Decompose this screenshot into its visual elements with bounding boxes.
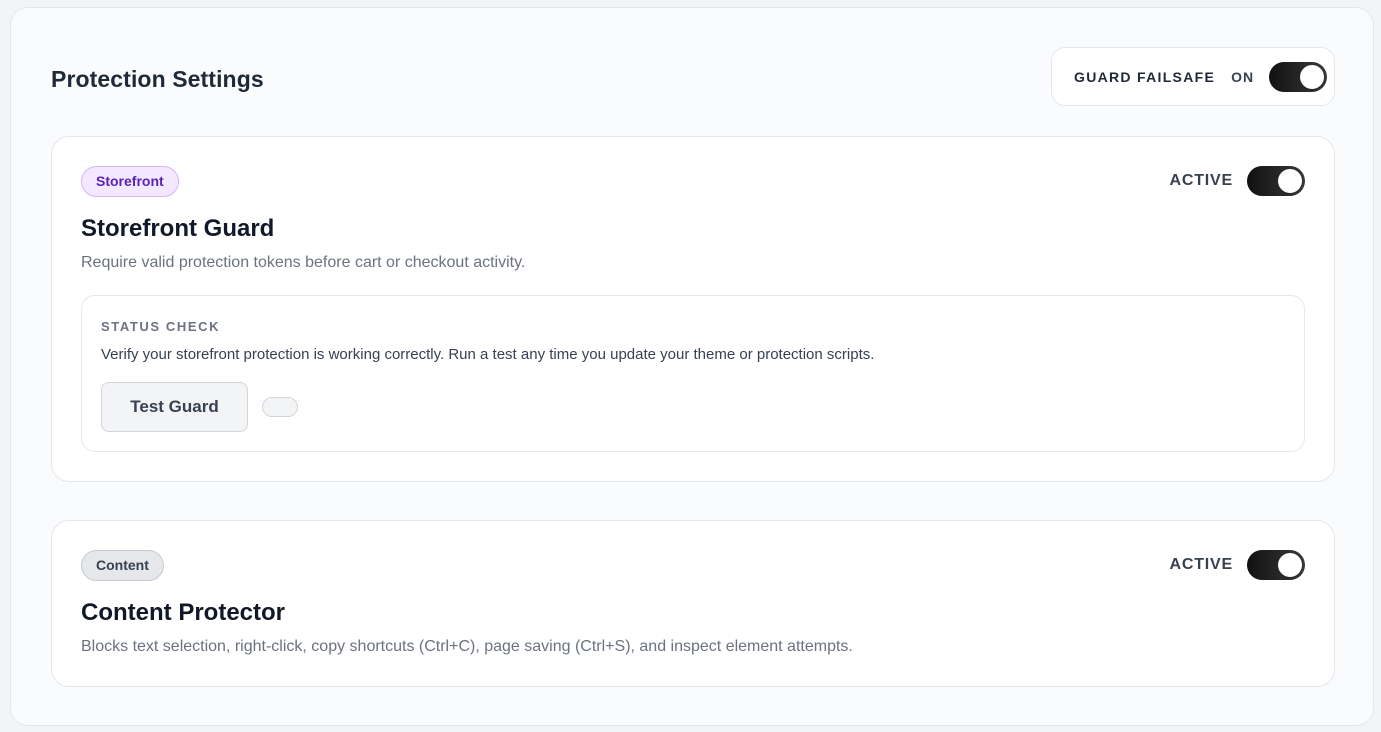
status-check-heading: STATUS CHECK [101, 319, 221, 334]
content-protector-title: Content Protector [81, 599, 285, 626]
storefront-guard-card: Storefront ACTIVE Storefront Guard Requi… [51, 136, 1335, 482]
guard-failsafe-state: ON [1231, 68, 1255, 85]
status-check-text: Verify your storefront protection is wor… [101, 346, 875, 363]
storefront-guard-toggle[interactable] [1247, 166, 1305, 196]
content-badge: Content [81, 550, 164, 581]
page-title: Protection Settings [51, 66, 264, 92]
test-result-indicator [262, 397, 298, 417]
toggle-knob-icon [1278, 169, 1302, 193]
guard-failsafe-control: GUARD FAILSAFE ON [1051, 47, 1335, 106]
content-protector-status: ACTIVE [1170, 550, 1305, 580]
settings-panel: Protection Settings GUARD FAILSAFE ON St… [10, 7, 1374, 726]
content-protector-card: Content ACTIVE Content Protector Blocks … [51, 520, 1335, 687]
content-protector-state: ACTIVE [1169, 556, 1233, 573]
toggle-knob-icon [1278, 553, 1302, 577]
storefront-guard-state: ACTIVE [1169, 172, 1233, 189]
content-protector-toggle[interactable] [1247, 550, 1305, 580]
toggle-knob-icon [1300, 64, 1325, 89]
status-check-box: STATUS CHECK Verify your storefront prot… [81, 295, 1305, 452]
storefront-guard-status: ACTIVE [1170, 166, 1305, 196]
storefront-badge: Storefront [81, 166, 179, 197]
content-protector-description: Blocks text selection, right-click, copy… [81, 638, 853, 655]
storefront-guard-description: Require valid protection tokens before c… [81, 254, 526, 271]
test-guard-button[interactable]: Test Guard [101, 382, 248, 432]
storefront-guard-title: Storefront Guard [81, 215, 275, 242]
guard-failsafe-toggle[interactable] [1269, 61, 1328, 92]
guard-failsafe-label: GUARD FAILSAFE [1074, 68, 1216, 85]
